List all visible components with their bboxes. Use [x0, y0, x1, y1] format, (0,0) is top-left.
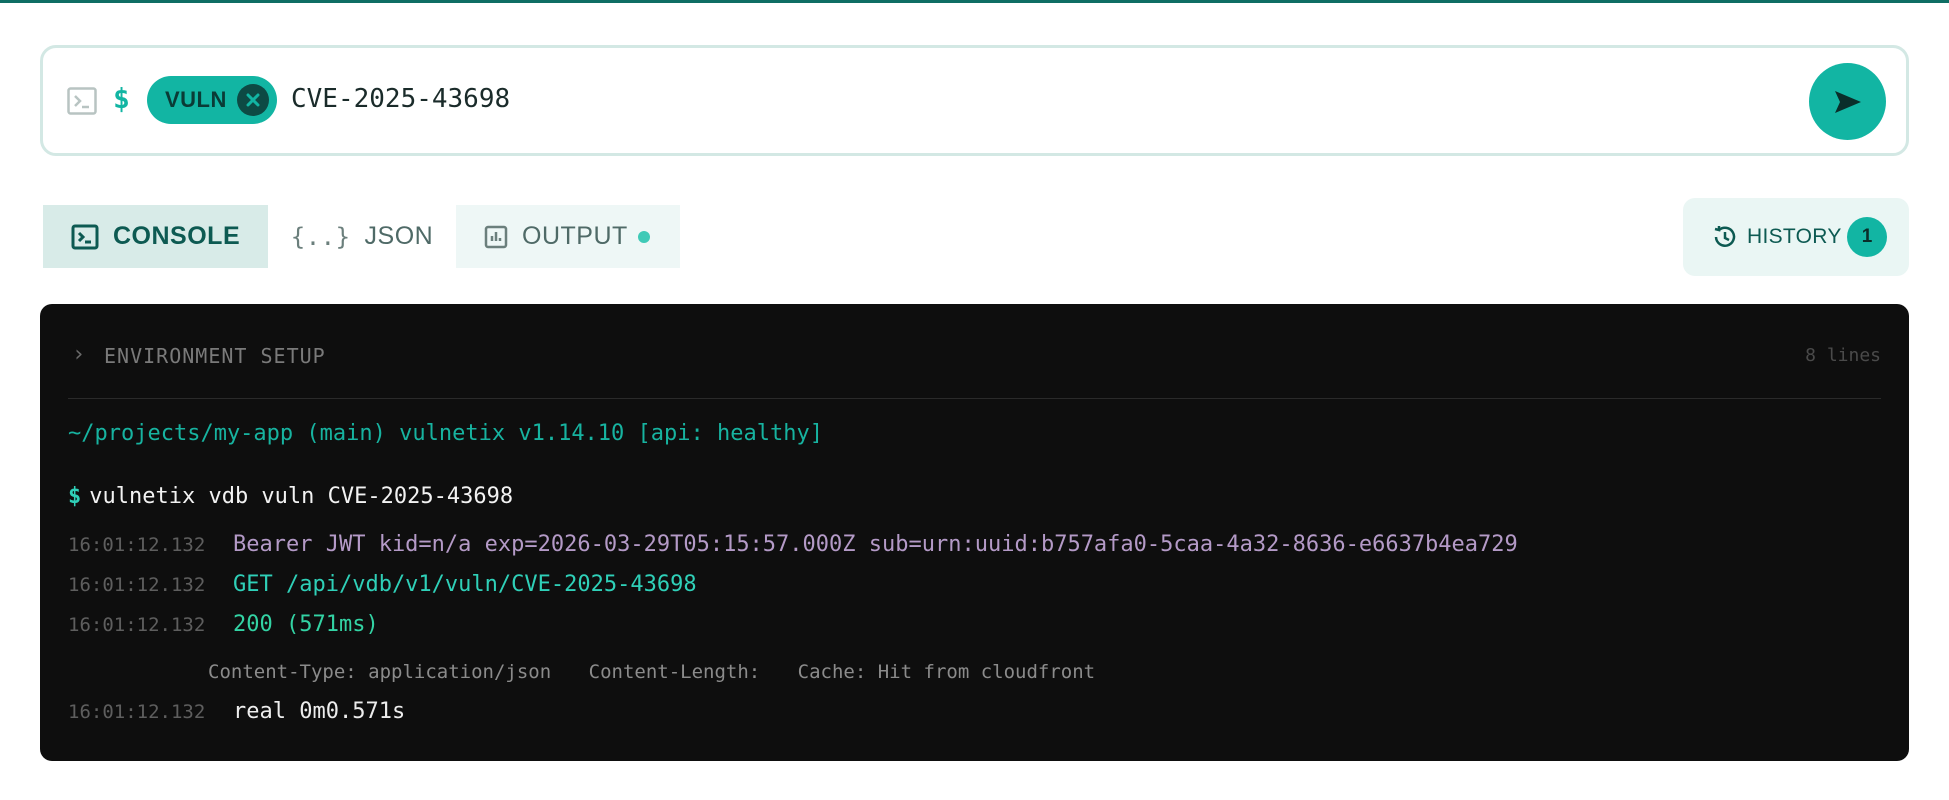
console-panel: › ENVIRONMENT SETUP 8 lines ~/projects/m… [40, 304, 1909, 761]
send-icon [1834, 90, 1861, 113]
log-message: Bearer JWT kid=n/a exp=2026-03-29T05:15:… [233, 532, 1518, 557]
prompt-symbol: $ [113, 82, 130, 115]
environment-setup-section[interactable]: › ENVIRONMENT SETUP 8 lines [68, 342, 1881, 399]
log-message: real 0m0.571s [233, 699, 406, 724]
command-symbol: $ [68, 484, 82, 509]
tab-label: OUTPUT [522, 222, 628, 250]
search-input[interactable]: CVE-2025-43698 [291, 84, 510, 114]
log-timestamp: 16:01:12.132 [68, 534, 206, 556]
tab-json[interactable]: {..} JSON [268, 205, 456, 268]
command-bar[interactable]: $ VULN CVE-2025-43698 [40, 45, 1909, 156]
command-line: $ vulnetix vdb vuln CVE-2025-43698 [68, 484, 513, 509]
env-line-count: 8 lines [1805, 345, 1881, 366]
history-icon [1714, 226, 1736, 247]
filter-chip-vuln: VULN [147, 76, 277, 124]
status-dot [637, 230, 650, 243]
chevron-right-icon[interactable]: › [72, 342, 85, 367]
terminal-icon [67, 87, 97, 115]
tab-output[interactable]: OUTPUT [456, 205, 680, 268]
chart-icon [484, 225, 508, 249]
log-timestamp: 16:01:12.132 [68, 614, 206, 636]
close-icon[interactable] [237, 84, 269, 116]
header-content-length: Content-Length: [588, 661, 761, 683]
send-button[interactable] [1809, 63, 1886, 140]
tab-console[interactable]: CONSOLE [43, 205, 268, 268]
log-timestamp: 16:01:12.132 [68, 574, 206, 596]
history-label: HISTORY [1747, 225, 1842, 248]
tab-label: JSON [364, 222, 434, 250]
top-accent-line [0, 0, 1949, 3]
history-button[interactable]: HISTORY 1 [1683, 198, 1909, 276]
terminal-icon [71, 224, 99, 250]
chip-label: VULN [165, 87, 227, 112]
response-headers: Content-Type: application/json Content-L… [208, 661, 1121, 683]
env-label: ENVIRONMENT SETUP [104, 344, 326, 368]
header-cache: Cache: Hit from cloudfront [797, 661, 1096, 683]
log-message: 200 (571ms) [233, 612, 379, 637]
header-content-type: Content-Type: application/json [208, 661, 552, 683]
history-count-badge: 1 [1847, 217, 1887, 257]
context-line: ~/projects/my-app (main) vulnetix v1.14.… [68, 421, 823, 446]
log-message: GET /api/vdb/v1/vuln/CVE-2025-43698 [233, 572, 697, 597]
log-timestamp: 16:01:12.132 [68, 701, 206, 723]
tab-bar: CONSOLE {..} JSON OUTPUT [43, 205, 680, 268]
braces-icon: {..} [290, 222, 351, 251]
tab-label: CONSOLE [113, 222, 241, 250]
command-text: vulnetix vdb vuln CVE-2025-43698 [89, 484, 514, 509]
